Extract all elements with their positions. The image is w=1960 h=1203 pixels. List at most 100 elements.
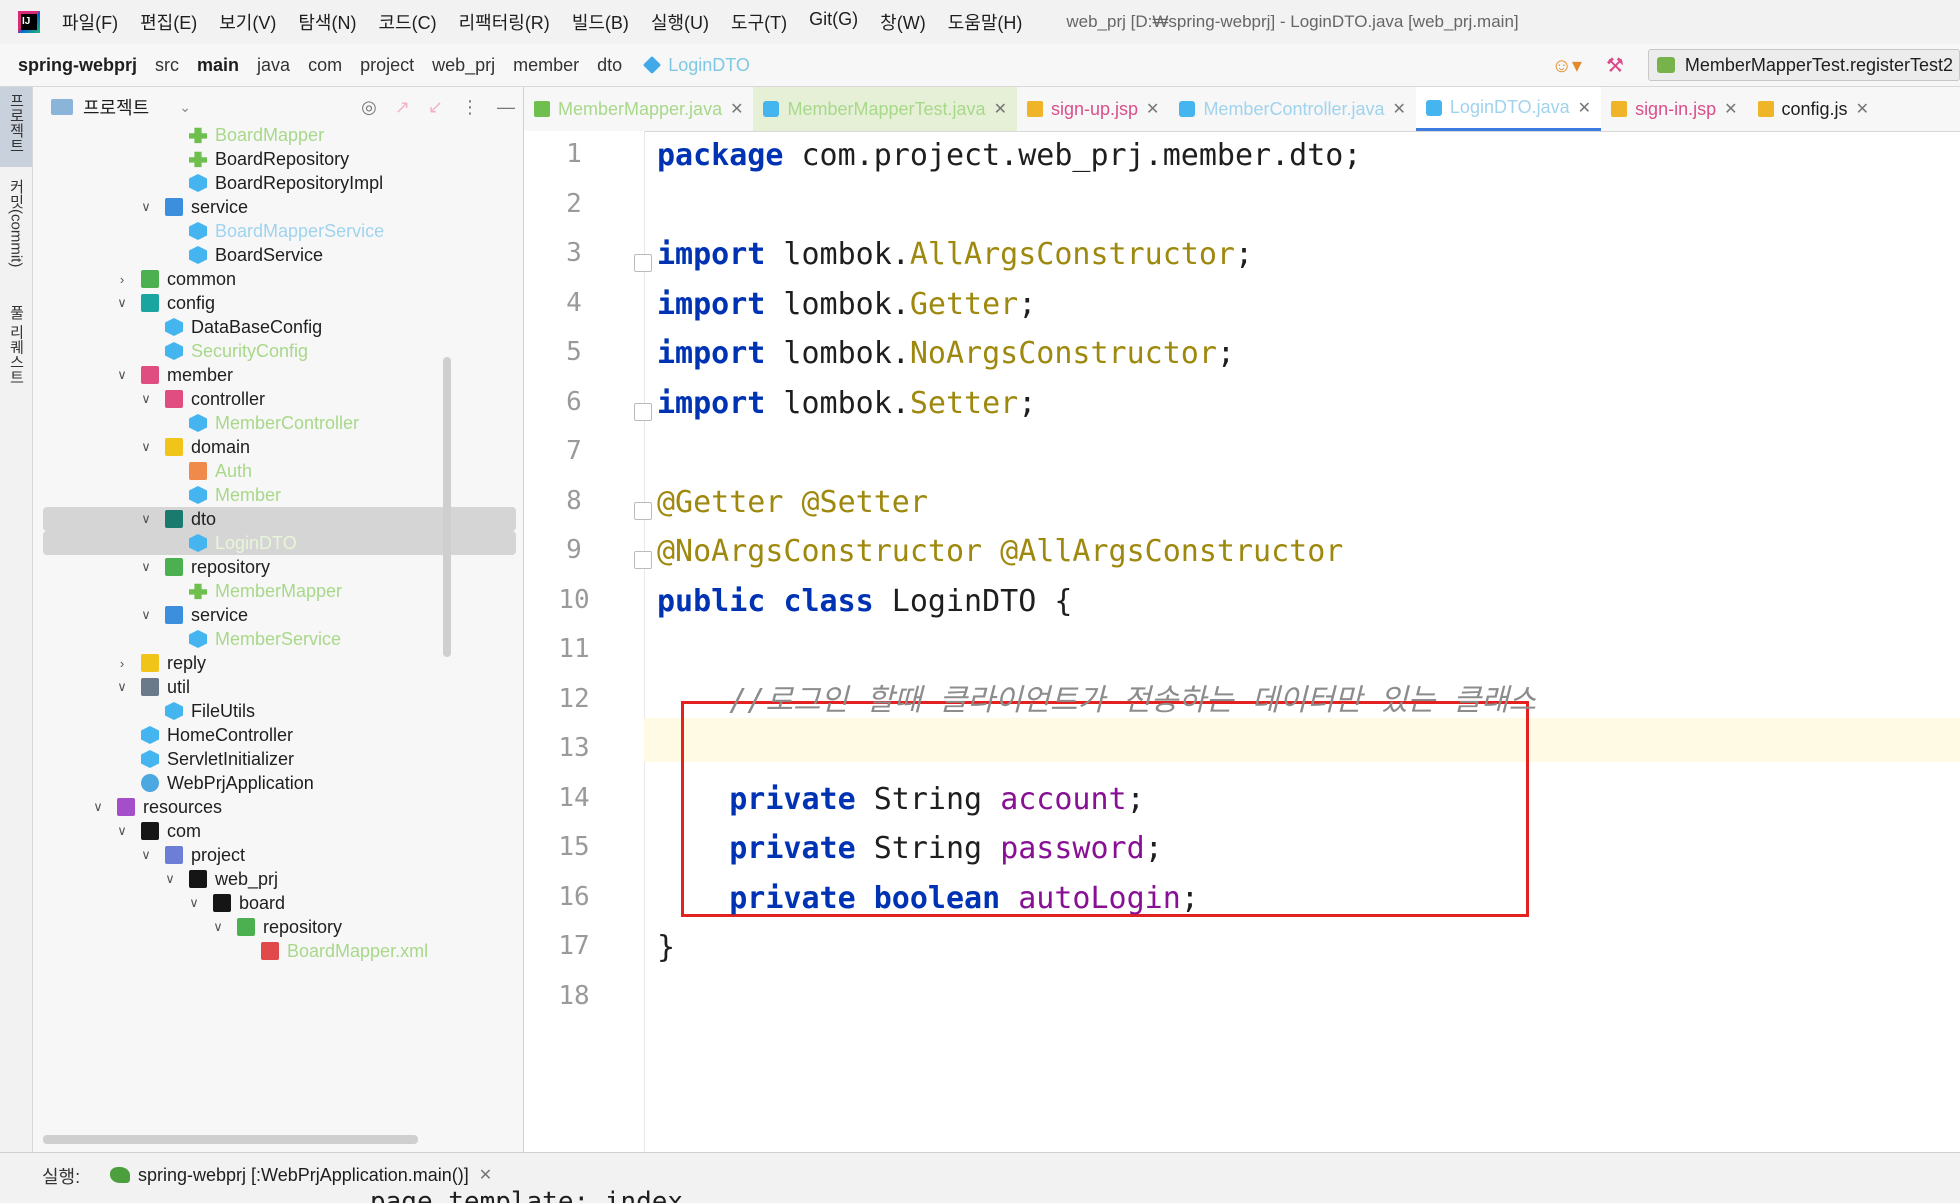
expand-all-icon[interactable]: ↗ [395, 97, 410, 118]
tree-item[interactable]: ∨ service [33, 195, 518, 219]
breadcrumb-java[interactable]: java [257, 55, 290, 76]
tree-item[interactable]: ›BoardRepositoryImpl [33, 171, 518, 195]
editor-tab[interactable]: LoginDTO.java ✕ [1415, 87, 1602, 131]
tree-item[interactable]: ∨ repository [33, 915, 518, 939]
menu-item[interactable]: 리팩터링(R) [459, 9, 550, 35]
tree-item[interactable]: ›ServletInitializer [33, 747, 518, 771]
menu-item[interactable]: Git(G) [809, 9, 858, 35]
pkg-darkteal-icon [165, 510, 183, 528]
chevron-down-icon[interactable]: ∨ [139, 511, 153, 527]
collapse-all-icon[interactable]: ↙ [428, 97, 443, 118]
tree-item[interactable]: ›HomeController [33, 723, 518, 747]
chevron-down-icon[interactable]: ∨ [115, 367, 129, 383]
jsp-file-icon [1026, 101, 1043, 117]
editor-tab[interactable]: MemberMapperTest.java ✕ [753, 87, 1017, 131]
close-icon[interactable]: ✕ [994, 99, 1007, 119]
jsp-file-icon [1611, 101, 1628, 117]
tree-item[interactable]: ›BoardMapper [33, 127, 518, 147]
chevron-down-icon[interactable]: ∨ [115, 295, 129, 311]
menu-item[interactable]: 도구(T) [731, 9, 787, 35]
project-panel-title[interactable]: 프로젝트 [83, 94, 149, 120]
breadcrumb-src[interactable]: src [155, 55, 179, 76]
tree-item[interactable]: ∨ web_prj [33, 867, 518, 891]
chevron-right-icon[interactable]: › [115, 272, 129, 287]
chevron-down-icon[interactable]: ∨ [139, 607, 153, 623]
menu-item[interactable]: 빌드(B) [572, 9, 629, 35]
breadcrumb-web-prj[interactable]: web_prj [432, 55, 495, 76]
chevron-down-icon[interactable]: ∨ [115, 823, 129, 839]
close-icon[interactable]: ✕ [1856, 99, 1869, 119]
tree-item[interactable]: ›DataBaseConfig [33, 315, 518, 339]
editor-tab[interactable]: MemberMapper.java ✕ [524, 87, 753, 131]
pull-request-tool-button[interactable]: 풀 리퀘스트 [0, 299, 32, 399]
breadcrumb-dto[interactable]: dto [597, 55, 622, 76]
intellij-logo-icon[interactable] [18, 11, 40, 33]
tree-item[interactable]: ›WebPrjApplication [33, 771, 518, 795]
editor-tab[interactable]: config.js ✕ [1748, 87, 1879, 131]
tree-item[interactable]: ›BoardService [33, 243, 518, 267]
tree-item[interactable]: ∨ com [33, 819, 518, 843]
chevron-down-icon[interactable]: ∨ [139, 847, 153, 863]
project-tool-button[interactable]: 프로젝트 [0, 87, 32, 167]
close-icon[interactable]: ✕ [1578, 98, 1591, 118]
close-icon[interactable]: ✕ [1724, 99, 1737, 119]
chevron-down-icon[interactable]: ∨ [139, 439, 153, 455]
tree-item[interactable]: ∨ project [33, 843, 518, 867]
hide-panel-icon[interactable]: — [497, 97, 515, 118]
breadcrumb-main[interactable]: main [197, 55, 239, 76]
menu-item[interactable]: 코드(C) [378, 9, 436, 35]
tree-item[interactable]: › common [33, 267, 518, 291]
code-token: import [657, 385, 766, 421]
build-hammer-icon[interactable]: ⚒ [1606, 53, 1624, 78]
breadcrumb-logindto[interactable]: LoginDTO [668, 55, 750, 76]
commit-tool-button[interactable]: 커밋(commit) [0, 173, 32, 283]
chevron-down-icon[interactable]: ∨ [211, 919, 225, 935]
tree-vertical-scrollbar[interactable] [443, 357, 451, 657]
breadcrumb-project-pkg[interactable]: project [360, 55, 414, 76]
users-dropdown-icon[interactable]: ☺▾ [1551, 53, 1581, 78]
iface-icon [189, 151, 207, 168]
breadcrumb-project[interactable]: spring-webprj [18, 55, 137, 76]
tree-item[interactable]: ›BoardMapperService [33, 219, 518, 243]
tree-item[interactable]: ∨ board [33, 891, 518, 915]
tree-item[interactable]: ∨ config [33, 291, 518, 315]
chevron-down-icon[interactable]: ∨ [163, 871, 177, 887]
close-icon[interactable]: ✕ [1146, 99, 1159, 119]
project-panel: 프로젝트 ⌄ ◎ ↗ ↙ ⋮ — ›BoardMapper›BoardRepos… [33, 87, 524, 1152]
code-area[interactable]: package com.project.web_prj.member.dto; i… [524, 131, 1960, 1152]
tree-horizontal-scrollbar[interactable] [43, 1135, 418, 1144]
breadcrumb-member[interactable]: member [513, 55, 579, 76]
breadcrumb-com[interactable]: com [308, 55, 342, 76]
editor-tab[interactable]: MemberController.java ✕ [1169, 87, 1415, 131]
run-configuration-selector[interactable]: MemberMapperTest.registerTest2 [1647, 49, 1960, 81]
menu-item[interactable]: 파일(F) [62, 9, 118, 35]
chevron-down-icon[interactable]: ∨ [139, 559, 153, 575]
menu-item[interactable]: 탐색(N) [298, 9, 356, 35]
chevron-right-icon[interactable]: › [115, 656, 129, 671]
menu-item[interactable]: 창(W) [880, 9, 926, 35]
menu-item[interactable]: 편집(E) [140, 9, 197, 35]
tree-item[interactable]: ›BoardMapper.xml [33, 939, 518, 963]
close-icon[interactable]: ✕ [479, 1165, 492, 1185]
tree-item-label: HomeController [167, 724, 294, 745]
editor-tab[interactable]: sign-up.jsp ✕ [1017, 87, 1169, 131]
chevron-down-icon[interactable]: ∨ [139, 199, 153, 215]
chevron-down-icon[interactable]: ∨ [187, 895, 201, 911]
tree-item[interactable]: ∨ resources [33, 795, 518, 819]
menu-item[interactable]: 도움말(H) [948, 9, 1023, 35]
chevron-down-icon[interactable]: ∨ [115, 679, 129, 695]
chevron-down-icon[interactable]: ⌄ [179, 99, 191, 116]
pkg-yellow-icon [141, 654, 159, 672]
editor-tab[interactable]: sign-in.jsp ✕ [1601, 87, 1747, 131]
tree-item[interactable]: ›FileUtils [33, 699, 518, 723]
locate-target-icon[interactable]: ◎ [361, 97, 377, 118]
close-icon[interactable]: ✕ [730, 99, 743, 119]
close-icon[interactable]: ✕ [1393, 99, 1406, 119]
options-menu-icon[interactable]: ⋮ [461, 97, 479, 118]
menu-item[interactable]: 실행(U) [651, 9, 709, 35]
tree-item[interactable]: ∨ util [33, 675, 518, 699]
tree-item[interactable]: ›BoardRepository [33, 147, 518, 171]
chevron-down-icon[interactable]: ∨ [139, 391, 153, 407]
chevron-down-icon[interactable]: ∨ [91, 799, 105, 815]
menu-item[interactable]: 보기(V) [219, 9, 276, 35]
